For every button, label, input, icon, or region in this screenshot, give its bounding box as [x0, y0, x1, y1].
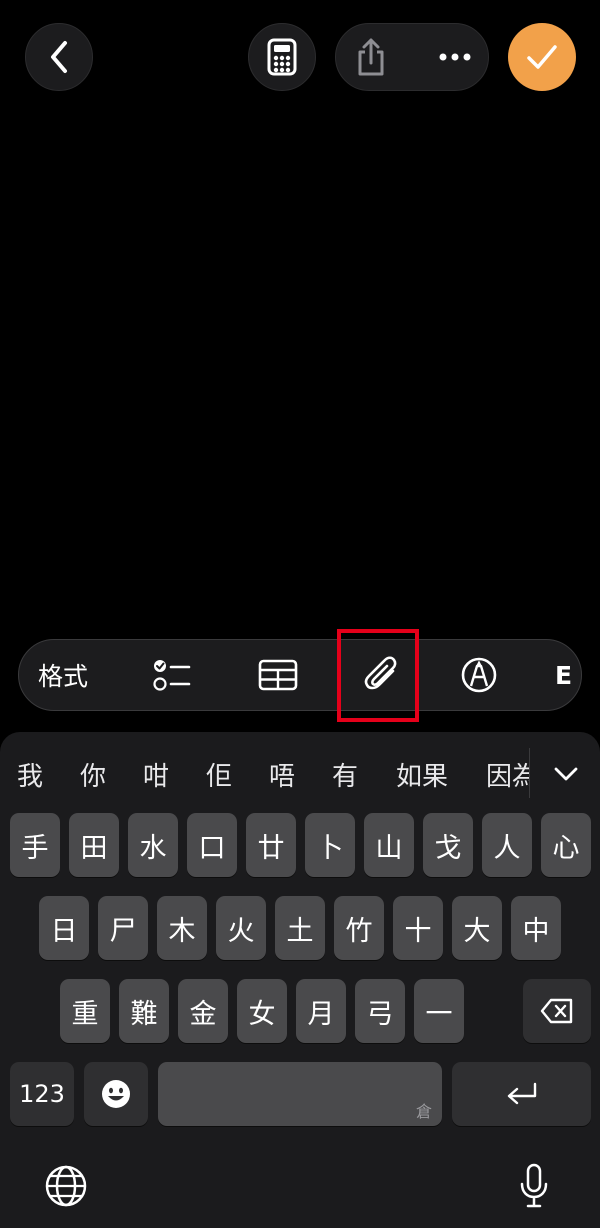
key[interactable]: 中 [511, 896, 561, 960]
candidate-divider [529, 748, 530, 798]
candidate-7[interactable]: 如果 [396, 742, 448, 806]
candidate-1[interactable]: 我 [17, 742, 43, 806]
dictation-button[interactable] [508, 1158, 560, 1214]
key[interactable]: 田 [69, 813, 119, 877]
checkmark-icon [527, 45, 557, 69]
checklist-icon [153, 660, 191, 691]
key[interactable]: 水 [128, 813, 178, 877]
key[interactable]: 卜 [305, 813, 355, 877]
markup-button[interactable] [443, 640, 515, 710]
table-button[interactable] [243, 640, 313, 710]
candidate-6[interactable]: 有 [332, 742, 358, 806]
key[interactable]: 心 [541, 813, 591, 877]
globe-button[interactable] [40, 1160, 92, 1212]
done-button[interactable] [508, 23, 576, 91]
table-icon [258, 659, 298, 691]
chevron-left-icon [51, 41, 67, 73]
share-button[interactable] [336, 24, 406, 90]
key[interactable]: 弓 [355, 979, 405, 1043]
candidate-3[interactable]: 咁 [143, 742, 169, 806]
toolbar-overflow-item[interactable]: E [555, 640, 581, 710]
key[interactable]: 月 [296, 979, 346, 1043]
key[interactable]: 火 [216, 896, 266, 960]
key[interactable]: 口 [187, 813, 237, 877]
key[interactable]: 尸 [98, 896, 148, 960]
share-more-group [335, 23, 489, 91]
space-hint: 倉 [415, 1102, 432, 1121]
candidate-5[interactable]: 唔 [269, 742, 295, 806]
ellipsis-icon [439, 53, 471, 61]
more-button[interactable] [420, 24, 490, 90]
numbers-key[interactable]: 123 [10, 1062, 74, 1126]
key[interactable]: 木 [157, 896, 207, 960]
back-button[interactable] [25, 23, 93, 91]
chevron-down-icon [554, 767, 578, 781]
emoji-icon [102, 1080, 130, 1108]
key[interactable]: 戈 [423, 813, 473, 877]
key[interactable]: 日 [39, 896, 89, 960]
key[interactable]: 十 [393, 896, 443, 960]
format-button[interactable]: 格式 [25, 640, 101, 710]
expand-candidates-button[interactable] [538, 746, 594, 802]
key[interactable]: 女 [237, 979, 287, 1043]
format-label: 格式 [37, 662, 88, 691]
space-key[interactable]: 倉 [158, 1062, 442, 1126]
candidate-2[interactable]: 你 [80, 742, 106, 806]
checklist-button[interactable] [137, 640, 207, 710]
key[interactable]: 重 [60, 979, 110, 1043]
key[interactable]: 難 [119, 979, 169, 1043]
key[interactable]: 廿 [246, 813, 296, 877]
delete-key[interactable] [523, 979, 591, 1043]
key[interactable]: 竹 [334, 896, 384, 960]
candidate-8[interactable]: 因為 [486, 742, 529, 806]
key[interactable]: 山 [364, 813, 414, 877]
return-key[interactable] [452, 1062, 591, 1126]
key[interactable]: 土 [275, 896, 325, 960]
candidate-4[interactable]: 佢 [206, 742, 232, 806]
key[interactable]: 金 [178, 979, 228, 1043]
emoji-key[interactable] [84, 1062, 148, 1126]
attachment-highlight-box [337, 629, 419, 722]
calculator-icon [267, 38, 297, 76]
backspace-icon [540, 998, 573, 1024]
key[interactable]: 大 [452, 896, 502, 960]
share-icon [358, 38, 384, 76]
key[interactable]: 人 [482, 813, 532, 877]
key[interactable]: 一 [414, 979, 464, 1043]
markup-pen-icon [461, 657, 497, 693]
calculator-button[interactable] [248, 23, 316, 91]
microphone-icon [520, 1163, 548, 1208]
format-toolbar: 格式 E [18, 639, 582, 711]
note-body[interactable] [0, 100, 600, 630]
key[interactable]: 手 [10, 813, 60, 877]
toolbar-partial-label: E [555, 660, 573, 690]
globe-icon [45, 1165, 87, 1207]
return-icon [507, 1082, 536, 1105]
